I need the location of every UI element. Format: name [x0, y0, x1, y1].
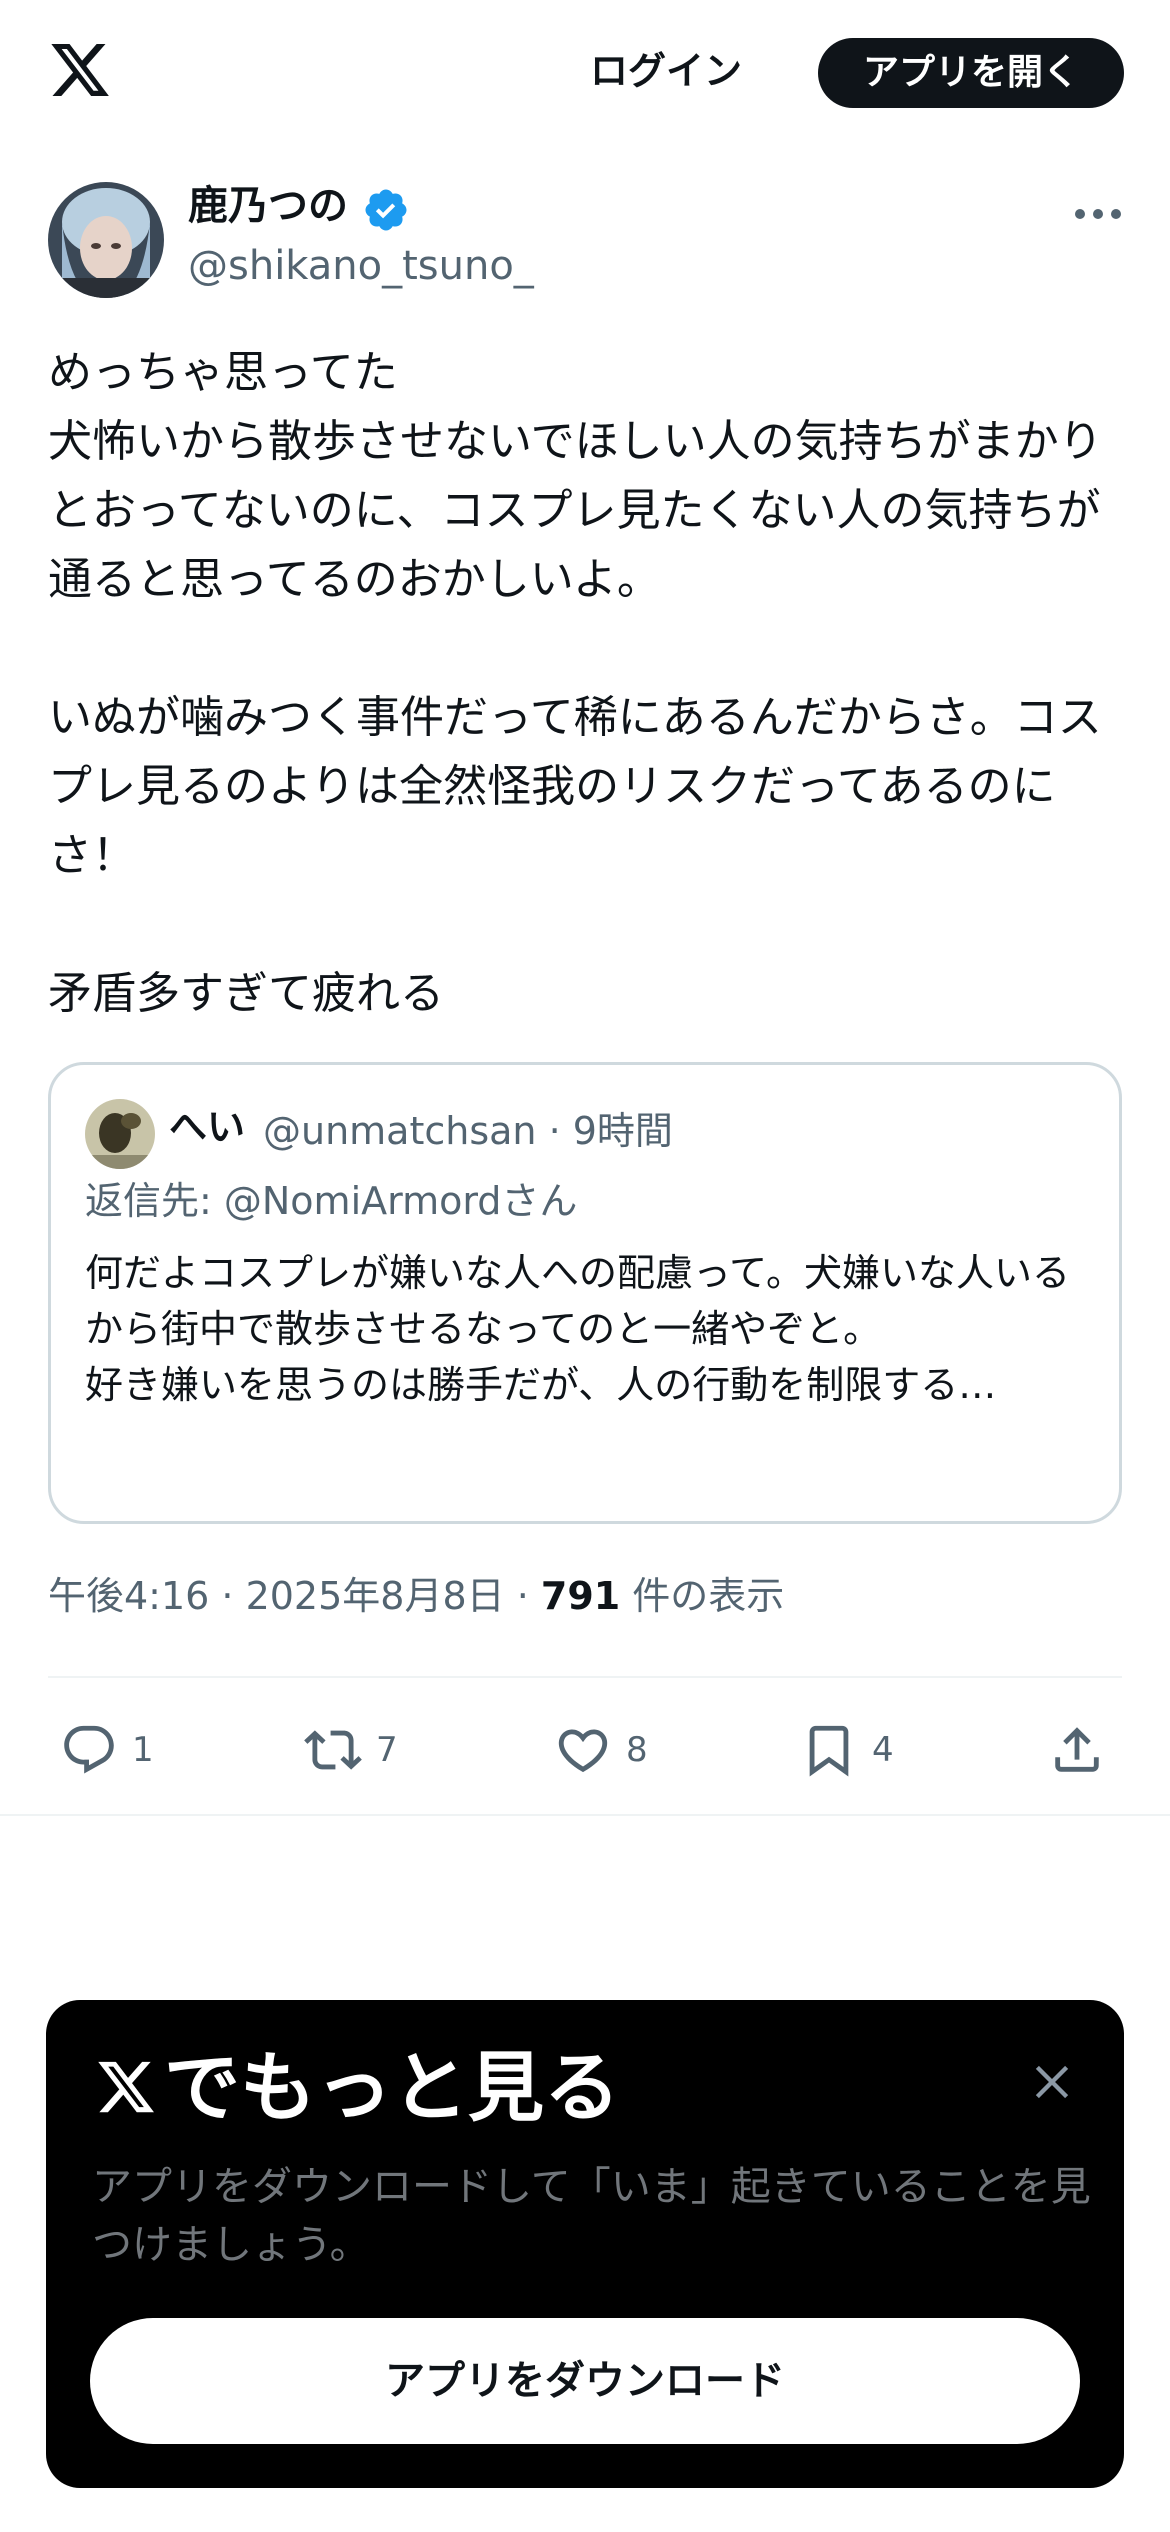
tweet-meta: 午後4:16 · 2025年8月8日 · 791 件の表示: [48, 1568, 784, 1624]
divider: [48, 1676, 1122, 1678]
author-name[interactable]: 鹿乃つの: [188, 180, 348, 232]
tweet-time: 午後4:16 · 2025年8月8日 ·: [48, 1574, 541, 1618]
quote-tweet-card[interactable]: へい @unmatchsan · 9時間 返信先: @NomiArmordさん …: [48, 1062, 1122, 1524]
quote-handle-time: @unmatchsan · 9時間: [263, 1109, 673, 1153]
retweet-button[interactable]: 7: [304, 1710, 398, 1790]
bookmark-count: 4: [872, 1730, 894, 1770]
like-button[interactable]: 8: [554, 1710, 648, 1790]
retweet-count: 7: [376, 1730, 398, 1770]
author-avatar[interactable]: [48, 182, 164, 298]
bookmark-icon: [809, 1725, 849, 1777]
views-label: 件の表示: [620, 1574, 785, 1618]
action-bar: 1 7 8 4: [0, 1710, 1170, 1790]
retweet-icon: [304, 1730, 362, 1770]
top-bar: ログイン アプリを開く: [0, 0, 1170, 150]
reply-button[interactable]: 1: [60, 1710, 154, 1790]
quote-reply-to: 返信先: @NomiArmordさん: [85, 1179, 578, 1223]
reply-count: 1: [132, 1730, 154, 1770]
promo-description: アプリをダウンロードして「いま」起きていることを見つけましょう。: [92, 2164, 1091, 2268]
share-icon: [1055, 1727, 1099, 1772]
app-download-promo: でもっと見る アプリをダウンロードして「いま」起きていることを見つけましょう。 …: [46, 2000, 1124, 2488]
views-count: 791: [540, 1574, 621, 1618]
close-icon[interactable]: [1026, 2056, 1078, 2108]
quote-text: 何だよコスプレが嫌いな人への配慮って。犬嫌いな人いるから街中で散歩させるなっての…: [85, 1251, 1070, 1407]
reply-icon: [64, 1725, 114, 1774]
quote-author-name: へい: [169, 1105, 246, 1149]
bookmark-button[interactable]: 4: [800, 1710, 894, 1790]
share-button[interactable]: [1048, 1710, 1106, 1790]
divider: [0, 1814, 1170, 1816]
open-app-button[interactable]: アプリを開く: [818, 38, 1124, 108]
x-logo-icon[interactable]: [46, 38, 114, 102]
verified-badge-icon: [365, 189, 407, 231]
like-count: 8: [626, 1730, 648, 1770]
promo-title: でもっと見る: [164, 2043, 620, 2132]
download-app-button[interactable]: アプリをダウンロード: [90, 2318, 1080, 2444]
author-handle[interactable]: @shikano_tsuno_: [188, 240, 534, 292]
x-logo-icon: [98, 2061, 154, 2113]
login-link[interactable]: ログイン: [590, 40, 742, 102]
quote-avatar[interactable]: [85, 1099, 155, 1169]
like-icon: [558, 1729, 608, 1773]
more-icon[interactable]: [1068, 196, 1128, 232]
tweet-text: めっちゃ思ってた 犬怖いから散歩させないでほしい人の気持ちがまかりとおってないの…: [48, 347, 1103, 1019]
